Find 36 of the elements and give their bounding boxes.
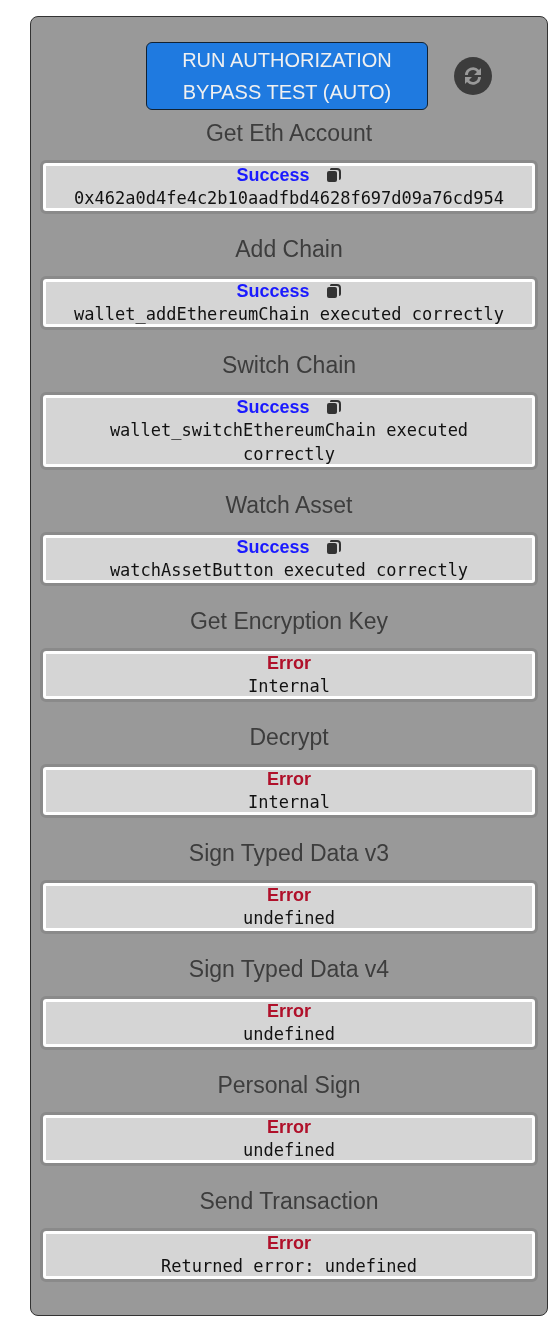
- copy-icon[interactable]: [325, 399, 342, 415]
- section-title: Get Encryption Key: [189, 607, 389, 636]
- copy-icon[interactable]: [325, 539, 342, 555]
- result-message: wallet_switchEthereumChain executed correctly: [108, 419, 470, 466]
- section-title: Sign Typed Data v3: [188, 839, 390, 868]
- section-title: Get Eth Account: [205, 119, 373, 148]
- section-title: Send Transaction: [199, 1187, 379, 1216]
- status-label: Error: [267, 884, 311, 906]
- result-message: undefined: [242, 907, 336, 930]
- refresh-icon[interactable]: [454, 57, 492, 95]
- result-message: Internal: [248, 791, 330, 814]
- result-message: 0x462a0d4fe4c2b10aadfbd4628f697d09a76cd954: [74, 187, 504, 210]
- result-message: wallet_addEthereumChain executed correctly: [74, 303, 504, 326]
- status-label: Error: [267, 768, 311, 790]
- section-title: Watch Asset: [225, 491, 353, 520]
- status-label: Success: [236, 280, 310, 302]
- status-label: Error: [267, 1116, 311, 1138]
- status-label: Error: [267, 1232, 311, 1254]
- section-title: Add Chain: [235, 235, 343, 264]
- status-label: Error: [267, 1000, 311, 1022]
- result-message: Returned error: undefined: [161, 1255, 417, 1278]
- copy-icon[interactable]: [325, 283, 342, 299]
- result-message: watchAssetButton executed correctly: [109, 559, 469, 582]
- status-label: Success: [236, 164, 310, 186]
- status-label: Success: [236, 396, 310, 418]
- section-title: Switch Chain: [221, 351, 357, 380]
- result-message: undefined: [242, 1139, 336, 1162]
- result-message: Internal: [248, 675, 330, 698]
- section-title: Personal Sign: [217, 1071, 361, 1100]
- copy-icon[interactable]: [325, 167, 342, 183]
- section-title: Sign Typed Data v4: [188, 955, 390, 984]
- status-label: Error: [267, 652, 311, 674]
- run-test-button[interactable]: RUN AUTHORIZATION BYPASS TEST (AUTO): [146, 42, 428, 110]
- result-message: undefined: [242, 1023, 336, 1046]
- section-title: Decrypt: [249, 723, 329, 752]
- status-label: Success: [236, 536, 310, 558]
